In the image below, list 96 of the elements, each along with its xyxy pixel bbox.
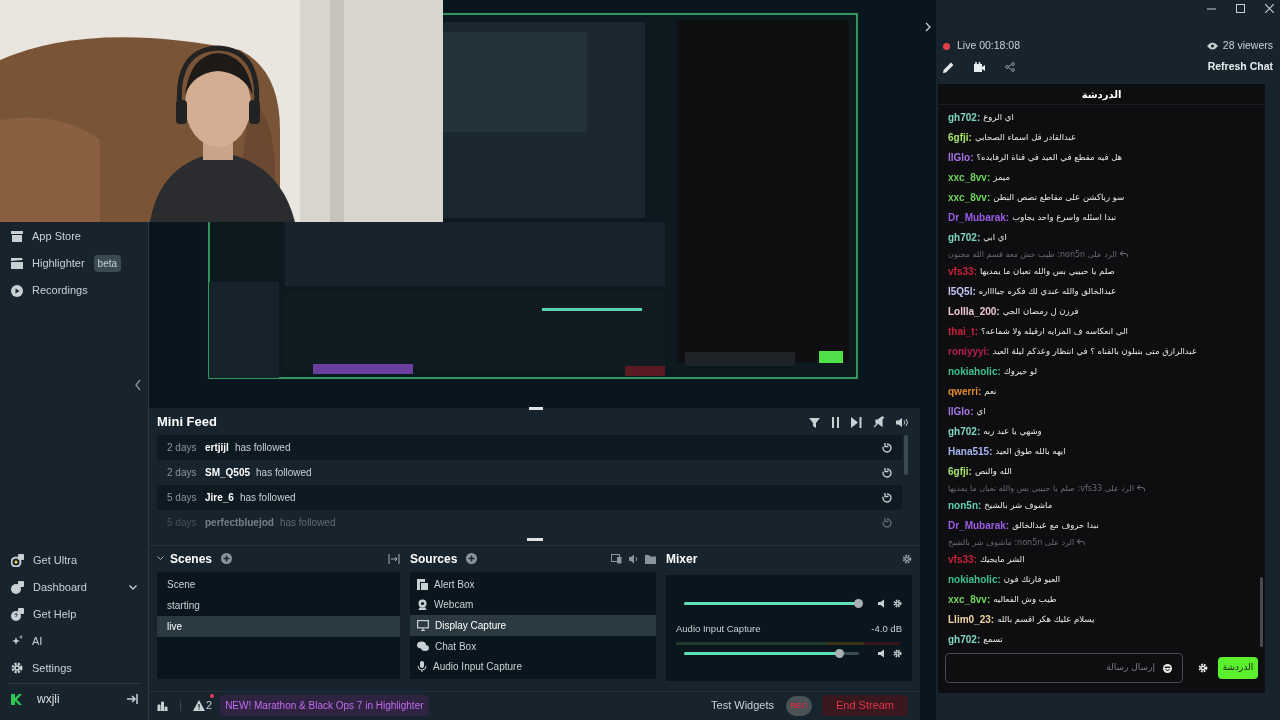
- follower-name: Jire_6: [205, 491, 234, 505]
- chat-username[interactable]: gh702:: [948, 423, 981, 439]
- chat-message: ايهه بالله طوق العيد: [995, 444, 1066, 458]
- alert-count: 2: [206, 698, 213, 714]
- sidebar-item[interactable]: AI: [0, 630, 148, 652]
- sidebar-item[interactable]: App Store: [0, 226, 148, 247]
- live-timer: Live 00:18:08: [957, 38, 1021, 54]
- feed-time: 5 days: [167, 491, 198, 505]
- chat-message: اي: [976, 404, 986, 418]
- chat-username[interactable]: Llim0_23:: [948, 611, 995, 627]
- chat-message: نبدا حروف مع عبدالخالق: [1012, 518, 1099, 532]
- chat-title: الدردشة: [938, 84, 1265, 105]
- scene-item[interactable]: starting: [157, 595, 400, 616]
- refresh-chat-button[interactable]: Refresh Chat: [1207, 59, 1273, 75]
- follower-name: perfectbluejod: [205, 516, 274, 530]
- chat-username[interactable]: llGlo:: [948, 149, 974, 165]
- test-widgets-button[interactable]: Test Widgets: [711, 697, 774, 714]
- chat-message: الشر مايجيك: [979, 552, 1025, 566]
- chat-username[interactable]: vfs33:: [948, 551, 977, 567]
- chat-username[interactable]: xxc_8vv:: [948, 591, 991, 607]
- chat-username[interactable]: llGlo:: [948, 403, 974, 419]
- feed-time: 2 days: [167, 466, 198, 480]
- feed-action: has followed: [256, 466, 313, 480]
- chat-message: اي ابي: [983, 230, 1007, 244]
- chat-message: الله والنص: [974, 464, 1012, 478]
- chat-message: اي الروع: [983, 110, 1014, 124]
- scene-item[interactable]: Scene: [157, 574, 400, 595]
- chat-message: العيو فارتك فون: [1003, 572, 1061, 586]
- chat-username[interactable]: non5n:: [948, 497, 982, 513]
- source-item[interactable]: Display Capture: [410, 615, 656, 636]
- chat-message: عبدالقادر قل اسماء الصحابي: [974, 130, 1077, 144]
- chat-message: وشهي يا عبد ربه: [983, 424, 1042, 438]
- chat-username[interactable]: gh702:: [948, 109, 981, 125]
- chat-message: لو خيروك: [1003, 364, 1038, 378]
- chat-username[interactable]: nokiaholic:: [948, 571, 1001, 587]
- sidebar-item[interactable]: Recordings: [0, 280, 148, 301]
- chat-username[interactable]: Dr_Mubarak:: [948, 209, 1010, 225]
- reply-reference: الرد على non5n: ماشوف شر بالشيخ: [948, 536, 1075, 549]
- chat-message: ماشوف شر بالشيخ: [984, 498, 1053, 512]
- chat-username[interactable]: Lollla_200:: [948, 303, 1000, 319]
- mixer-title: Mixer: [666, 550, 698, 568]
- reply-reference: الرد على vfs33: صلم يا حبيبي بس والله تعبان ما يمديها: [948, 482, 1134, 495]
- user-name: wxjli: [37, 691, 60, 708]
- chat-message: عبدالخالق والله عندي لك فكره جبااااره: [978, 284, 1116, 298]
- chat-username[interactable]: Hana515:: [948, 443, 993, 459]
- sidebar-item[interactable]: Get Ultra: [0, 549, 148, 571]
- scene-item[interactable]: live: [157, 616, 400, 637]
- chat-username[interactable]: 6gfji:: [948, 463, 972, 479]
- sidebar-item[interactable]: Dashboard: [0, 576, 148, 598]
- channel-reading: -4.0 dB: [871, 622, 902, 636]
- chat-message: سو رياكشن على مقاطع تصص البطن: [993, 190, 1125, 204]
- chat-message: صلم يا حبيبي بس والله تعبان ما يمديها: [979, 264, 1115, 278]
- end-stream-button[interactable]: End Stream: [822, 695, 908, 716]
- sources-title: Sources: [410, 550, 458, 568]
- chat-username[interactable]: xxc_8vv:: [948, 169, 991, 185]
- source-item[interactable]: Webcam: [410, 594, 656, 616]
- chat-username[interactable]: 6gfji:: [948, 129, 972, 145]
- feed-action: has followed: [239, 491, 297, 505]
- source-item[interactable]: Chat Box: [410, 635, 656, 657]
- chat-username[interactable]: I5Q5l:: [948, 283, 976, 299]
- chat-username[interactable]: qwerri:: [948, 383, 982, 399]
- chat-message: ميمز: [993, 170, 1010, 184]
- source-item[interactable]: Alert Box: [410, 574, 656, 595]
- follower-name: SM_Q505: [205, 466, 251, 480]
- chat-username[interactable]: xxc_8vv:: [948, 189, 991, 205]
- chat-username[interactable]: gh702:: [948, 631, 981, 647]
- chat-message: فرزن ل رمضان الجي: [1002, 304, 1079, 318]
- viewer-count: 28 viewers: [1222, 38, 1273, 54]
- chat-message: يسلام عليك هكر اقسم بالله: [997, 612, 1095, 626]
- chat-message: طيب وش الفعاليه: [993, 592, 1057, 606]
- sidebar-item[interactable]: Highlighter beta: [0, 253, 148, 274]
- beta-badge: beta: [93, 255, 122, 272]
- feed-action: has followed: [234, 441, 292, 455]
- reply-reference: الرد على non5n: طيب خش معه قسم الله مجنون: [948, 248, 1117, 261]
- sidebar-item[interactable]: Settings: [0, 657, 148, 679]
- scenes-title: Scenes: [170, 550, 213, 568]
- chat-username[interactable]: vfs33:: [948, 263, 977, 279]
- mini-feed-title: Mini Feed: [157, 413, 217, 432]
- channel-name: Audio Input Capture: [676, 622, 762, 636]
- source-item[interactable]: Audio Input Capture: [410, 656, 656, 677]
- chat-message: تسمع: [983, 632, 1003, 646]
- chat-send-button[interactable]: الدردشة: [1218, 657, 1258, 679]
- highlighter-banner[interactable]: NEW! Marathon & Black Ops 7 in Highlighter: [220, 695, 429, 716]
- sidebar-item[interactable]: Get Help: [0, 603, 148, 625]
- chat-username[interactable]: Dr_Mubarak:: [948, 517, 1010, 533]
- message-input-field[interactable]: إرسال رسالة: [945, 653, 1183, 683]
- chat-message: عبدالرازق متى بتبلون بالقناه ؟ في انتظار وعدكم ليلة العيد: [992, 344, 1197, 358]
- chat-message: هل فيه مقطع في العيد في قناة الرفايده؟: [976, 150, 1123, 164]
- follower-name: ertjijl: [205, 441, 229, 455]
- chat-username[interactable]: gh702:: [948, 229, 981, 245]
- chat-message: نعم: [984, 384, 997, 398]
- chat-username[interactable]: nokiaholic:: [948, 363, 1001, 379]
- chat-message: نبدا اسئله واسرع واحد يجاوب: [1012, 210, 1117, 224]
- feed-time: 2 days: [167, 441, 198, 455]
- chat-message: الي انعكاسه ف المرايه ارقيله ولا شماعه؟: [981, 324, 1128, 338]
- feed-action: has followed: [279, 516, 337, 530]
